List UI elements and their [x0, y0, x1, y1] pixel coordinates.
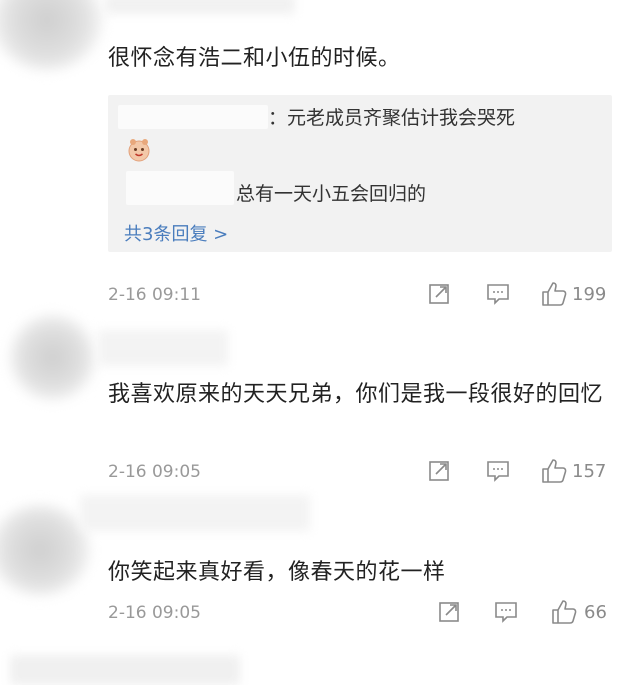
avatar[interactable] — [0, 505, 90, 595]
thumbs-up-icon — [552, 600, 577, 624]
forward-button[interactable] — [438, 600, 462, 624]
timestamp: 2-16 09:05 — [108, 603, 201, 623]
next-comment-blurred — [10, 655, 240, 685]
username-blurred[interactable] — [80, 495, 310, 531]
comment-item: 你笑起来真好看，像春天的花一样 2-16 09:05 66 — [0, 0, 634, 683]
comment-text: 你笑起来真好看，像春天的花一样 — [108, 560, 446, 585]
share-icon — [439, 602, 459, 622]
comment-icon — [495, 602, 517, 623]
like-button[interactable]: 66 — [550, 598, 607, 626]
like-count: 66 — [584, 601, 607, 623]
reply-button[interactable] — [494, 600, 518, 624]
